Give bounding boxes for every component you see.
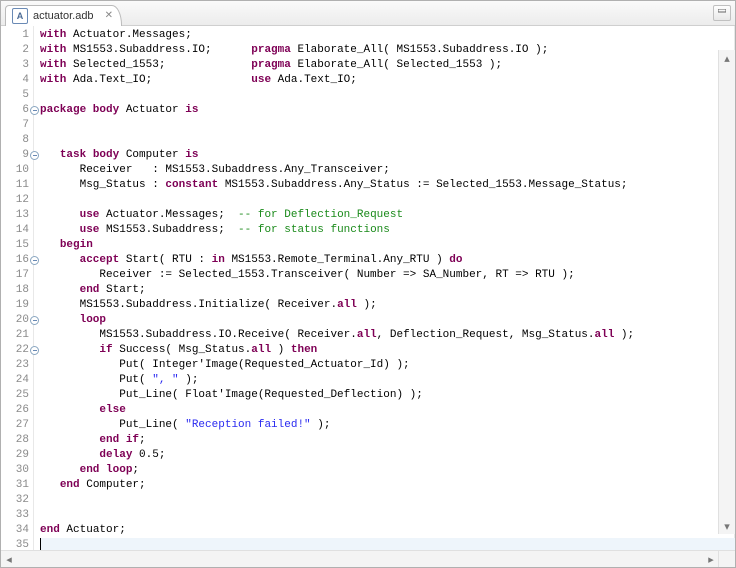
close-icon[interactable]: ✕ <box>105 11 113 21</box>
line-number: 16 <box>1 253 33 268</box>
line-number: 27 <box>1 418 33 433</box>
tab-bar: A actuator.adb ✕ <box>1 1 735 26</box>
minimize-button[interactable] <box>713 5 731 21</box>
line-number: 5 <box>1 88 33 103</box>
code-line[interactable]: with Selected_1553; pragma Elaborate_All… <box>40 58 735 73</box>
code-line[interactable]: with Ada.Text_IO; use Ada.Text_IO; <box>40 73 735 88</box>
text-cursor <box>40 538 41 550</box>
code-line[interactable] <box>40 133 735 148</box>
scroll-up-icon[interactable]: ▴ <box>719 50 735 66</box>
code-line[interactable] <box>40 88 735 103</box>
code-line[interactable]: end if; <box>40 433 735 448</box>
code-line[interactable]: Put_Line( "Reception failed!" ); <box>40 418 735 433</box>
horizontal-scrollbar[interactable]: ◂ ▸ <box>1 550 735 567</box>
line-number: 13 <box>1 208 33 223</box>
code-line[interactable]: use MS1553.Subaddress; -- for status fun… <box>40 223 735 238</box>
line-number: 9 <box>1 148 33 163</box>
code-line[interactable]: end Start; <box>40 283 735 298</box>
line-number: 8 <box>1 133 33 148</box>
code-line[interactable]: end Computer; <box>40 478 735 493</box>
line-number: 14 <box>1 223 33 238</box>
code-line[interactable]: end loop; <box>40 463 735 478</box>
code-line[interactable]: with MS1553.Subaddress.IO; pragma Elabor… <box>40 43 735 58</box>
scroll-left-icon[interactable]: ◂ <box>1 551 17 567</box>
code-line[interactable]: MS1553.Subaddress.IO.Receive( Receiver.a… <box>40 328 735 343</box>
line-number: 18 <box>1 283 33 298</box>
code-line[interactable]: end Actuator; <box>40 523 735 538</box>
code-line[interactable]: with Actuator.Messages; <box>40 28 735 43</box>
line-number: 26 <box>1 403 33 418</box>
code-line[interactable]: accept Start( RTU : in MS1553.Remote_Ter… <box>40 253 735 268</box>
line-number: 30 <box>1 463 33 478</box>
line-number: 19 <box>1 298 33 313</box>
line-number: 3 <box>1 58 33 73</box>
code-line[interactable] <box>40 538 735 550</box>
vertical-scrollbar[interactable]: ▴ ▾ <box>718 50 735 534</box>
scroll-corner <box>718 551 735 567</box>
line-number-gutter: 1234567891011121314151617181920212223242… <box>1 26 34 550</box>
code-line[interactable]: delay 0.5; <box>40 448 735 463</box>
code-line[interactable]: Put( ", " ); <box>40 373 735 388</box>
editor-window: A actuator.adb ✕ 12345678910111213141516… <box>0 0 736 568</box>
code-line[interactable]: Receiver := Selected_1553.Transceiver( N… <box>40 268 735 283</box>
file-tab[interactable]: A actuator.adb ✕ <box>5 5 122 26</box>
code-line[interactable]: Put( Integer'Image(Requested_Actuator_Id… <box>40 358 735 373</box>
code-line[interactable]: Receiver : MS1553.Subaddress.Any_Transce… <box>40 163 735 178</box>
line-number: 17 <box>1 268 33 283</box>
code-line[interactable]: else <box>40 403 735 418</box>
line-number: 31 <box>1 478 33 493</box>
code-line[interactable]: if Success( Msg_Status.all ) then <box>40 343 735 358</box>
code-line[interactable] <box>40 508 735 523</box>
file-tab-label: actuator.adb <box>33 10 94 22</box>
code-line[interactable] <box>40 193 735 208</box>
line-number: 28 <box>1 433 33 448</box>
line-number: 21 <box>1 328 33 343</box>
line-number: 20 <box>1 313 33 328</box>
ada-file-icon: A <box>12 8 28 24</box>
code-line[interactable]: use Actuator.Messages; -- for Deflection… <box>40 208 735 223</box>
scroll-right-icon[interactable]: ▸ <box>703 551 719 567</box>
line-number: 11 <box>1 178 33 193</box>
code-area[interactable]: with Actuator.Messages;with MS1553.Subad… <box>34 26 735 550</box>
line-number: 23 <box>1 358 33 373</box>
line-number: 35 <box>1 538 33 550</box>
line-number: 24 <box>1 373 33 388</box>
line-number: 10 <box>1 163 33 178</box>
code-line[interactable]: MS1553.Subaddress.Initialize( Receiver.a… <box>40 298 735 313</box>
code-line[interactable]: Put_Line( Float'Image(Requested_Deflecti… <box>40 388 735 403</box>
line-number: 12 <box>1 193 33 208</box>
line-number: 7 <box>1 118 33 133</box>
code-line[interactable] <box>40 493 735 508</box>
code-line[interactable]: loop <box>40 313 735 328</box>
line-number: 1 <box>1 28 33 43</box>
scroll-down-icon[interactable]: ▾ <box>719 518 735 534</box>
line-number: 32 <box>1 493 33 508</box>
line-number: 33 <box>1 508 33 523</box>
line-number: 2 <box>1 43 33 58</box>
code-line[interactable]: Msg_Status : constant MS1553.Subaddress.… <box>40 178 735 193</box>
code-line[interactable]: package body Actuator is <box>40 103 735 118</box>
line-number: 29 <box>1 448 33 463</box>
line-number: 15 <box>1 238 33 253</box>
code-line[interactable]: task body Computer is <box>40 148 735 163</box>
editor-body: 1234567891011121314151617181920212223242… <box>1 26 735 550</box>
line-number: 6 <box>1 103 33 118</box>
line-number: 4 <box>1 73 33 88</box>
line-number: 22 <box>1 343 33 358</box>
line-number: 25 <box>1 388 33 403</box>
code-line[interactable]: begin <box>40 238 735 253</box>
line-number: 34 <box>1 523 33 538</box>
code-line[interactable] <box>40 118 735 133</box>
